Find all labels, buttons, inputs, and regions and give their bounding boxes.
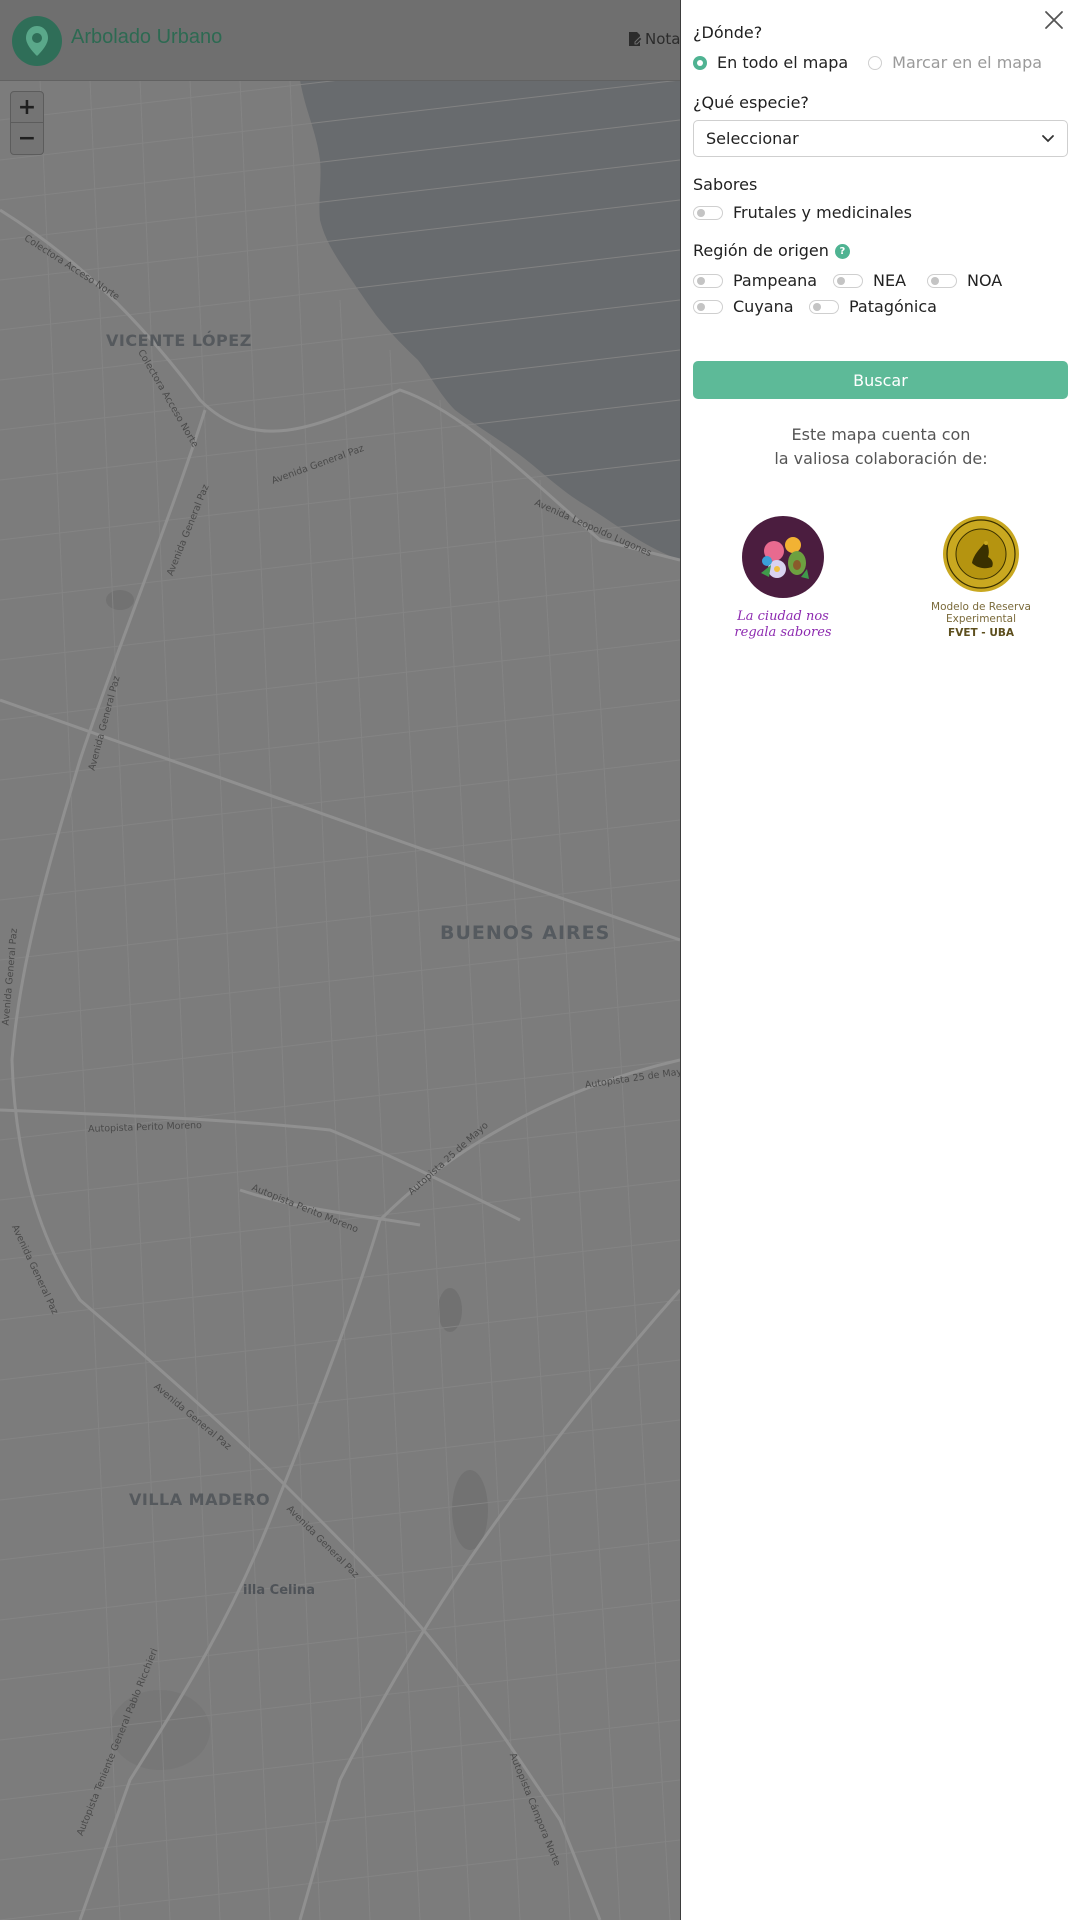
radio-all-map-label[interactable]: En todo el mapa (717, 53, 848, 72)
toggle-frutales-label[interactable]: Frutales y medicinales (733, 203, 912, 222)
region-label[interactable]: Patagónica (849, 297, 937, 316)
chevron-down-icon (1042, 134, 1054, 142)
nota-link-label: Nota (645, 30, 681, 48)
region-label[interactable]: Cuyana (733, 297, 794, 316)
toggle-switch[interactable] (693, 205, 723, 220)
partner-1-caption: La ciudad nos regala sabores (733, 609, 833, 641)
top-navbar: Arbolado Urbano Nota (0, 0, 681, 81)
partner-2-caption-line: Experimental (945, 613, 1017, 625)
toggle-region-noa[interactable]: NOA (927, 271, 1002, 290)
place-label-buenos-aires: BUENOS AIRES (440, 922, 611, 944)
toggle-region-cuyana[interactable]: Cuyana (693, 297, 794, 316)
search-panel: ¿Dónde? En todo el mapa Marcar en el map… (680, 0, 1080, 1920)
radio-checked-icon[interactable] (693, 55, 707, 70)
toggle-region-nea[interactable]: NEA (833, 271, 906, 290)
species-select-value: Seleccionar (706, 129, 799, 148)
place-label-vicente-lopez: VICENTE LÓPEZ (106, 331, 252, 350)
region-label[interactable]: Pampeana (733, 271, 817, 290)
partner-2-institution: FVET - UBA (948, 627, 1014, 639)
search-button[interactable]: Buscar (693, 361, 1068, 399)
species-select[interactable]: Seleccionar (693, 120, 1068, 157)
close-icon[interactable] (1042, 8, 1066, 32)
radio-all-map[interactable]: En todo el mapa (693, 53, 848, 72)
partner-2-caption: Modelo de Reserva Experimental (929, 601, 1033, 625)
radio-unchecked-icon[interactable] (868, 55, 883, 70)
where-options: En todo el mapa Marcar en el mapa (693, 53, 1042, 72)
reserve-seal-logo-icon (943, 516, 1019, 592)
app-logo-icon[interactable] (12, 16, 62, 66)
partner-2-caption-line: Modelo de Reserva (931, 601, 1031, 613)
species-heading: ¿Qué especie? (693, 93, 809, 112)
zoom-out-button[interactable]: − (11, 122, 43, 153)
place-label-villa-celina: illa Celina (243, 1583, 315, 1598)
region-label[interactable]: NOA (967, 271, 1002, 290)
toggle-switch[interactable] (693, 273, 723, 288)
toggle-switch[interactable] (927, 273, 957, 288)
app-title[interactable]: Arbolado Urbano (71, 26, 222, 49)
toggle-switch[interactable] (833, 273, 863, 288)
flavors-heading: Sabores (693, 175, 758, 194)
collaboration-line-2: la valiosa colaboración de: (774, 449, 988, 468)
zoom-control: + − (10, 91, 44, 155)
radio-mark-map-label[interactable]: Marcar en el mapa (892, 53, 1042, 72)
zoom-in-button[interactable]: + (11, 92, 43, 122)
toggle-frutales[interactable]: Frutales y medicinales (693, 203, 912, 222)
nota-link[interactable]: Nota (628, 30, 680, 48)
toggle-switch[interactable] (809, 299, 839, 314)
partner-logo-la-ciudad-nos-regala-sabores[interactable]: La ciudad nos regala sabores (733, 515, 833, 641)
partner-1-caption-line: regala sabores (734, 625, 832, 640)
partner-1-caption-line: La ciudad nos (737, 609, 829, 624)
help-icon[interactable]: ? (834, 244, 850, 259)
document-edit-icon (629, 32, 642, 46)
region-heading: Región de origen? (693, 241, 850, 260)
toggle-switch[interactable] (693, 299, 723, 314)
region-heading-label: Región de origen (693, 241, 829, 260)
region-label[interactable]: NEA (873, 271, 906, 290)
toggle-region-patagonica[interactable]: Patagónica (809, 297, 937, 316)
partner-logo-el-renacer-de-la-laguna[interactable]: Modelo de Reserva Experimental FVET - UB… (929, 515, 1033, 639)
toggle-region-pampeana[interactable]: Pampeana (693, 271, 817, 290)
place-label-villa-madero: VILLA MADERO (129, 1490, 271, 1509)
where-heading: ¿Dónde? (693, 23, 763, 42)
radio-mark-map[interactable]: Marcar en el mapa (868, 53, 1042, 72)
collaboration-text: Este mapa cuenta con la valiosa colabora… (681, 423, 1080, 471)
collaboration-line-1: Este mapa cuenta con (791, 425, 971, 444)
fruit-flowers-logo-icon (742, 516, 824, 598)
